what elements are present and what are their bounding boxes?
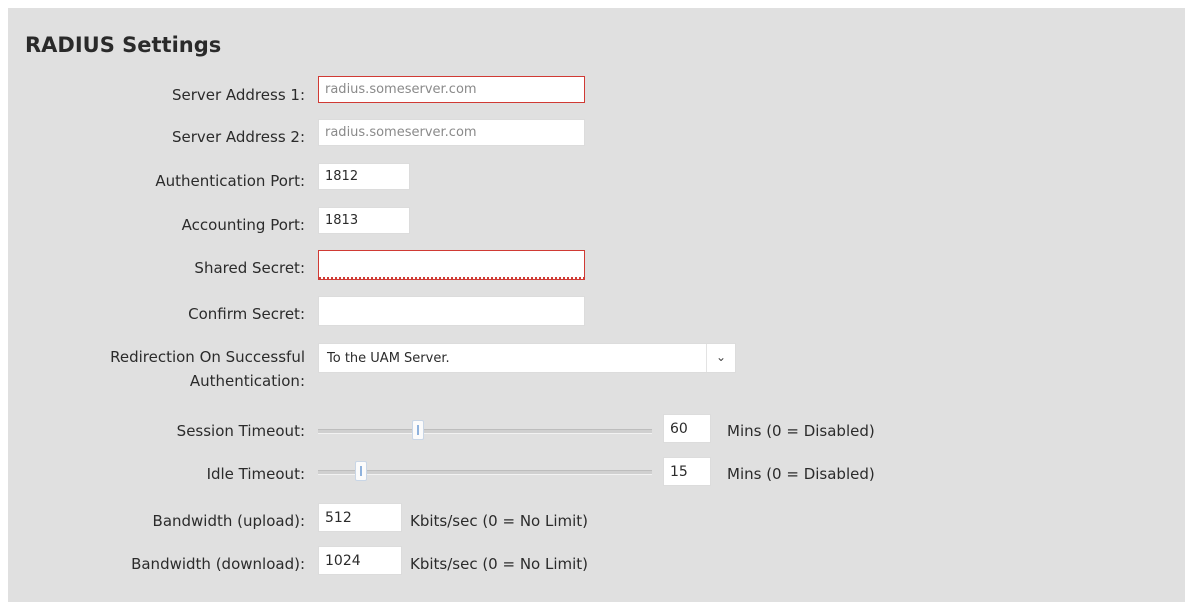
slider-track [318,470,652,475]
authentication-port-label: Authentication Port: [155,172,305,190]
confirm-secret-input[interactable] [318,296,585,326]
shared-secret-input[interactable] [318,250,585,280]
idle-timeout-slider[interactable] [318,461,652,481]
idle-timeout-input[interactable] [663,457,711,486]
session-timeout-slider[interactable] [318,420,652,440]
redirection-select[interactable]: To the UAM Server. ⌄ [318,343,736,373]
confirm-secret-label: Confirm Secret: [188,305,305,323]
idle-timeout-unit: Mins (0 = Disabled) [727,465,875,483]
shared-secret-label: Shared Secret: [194,259,305,277]
bandwidth-upload-input[interactable] [318,503,402,532]
server-address-2-input[interactable] [318,119,585,146]
server-address-1-label: Server Address 1: [171,86,305,104]
redirection-selected-value: To the UAM Server. [327,351,450,366]
slider-handle[interactable] [412,420,425,440]
session-timeout-unit: Mins (0 = Disabled) [727,422,875,440]
bandwidth-upload-unit: Kbits/sec (0 = No Limit) [410,512,589,530]
bandwidth-download-input[interactable] [318,546,402,575]
redirection-label: Redirection On Successful Authentication… [110,345,305,393]
authentication-port-input[interactable] [318,163,410,190]
bandwidth-upload-label: Bandwidth (upload): [152,512,305,530]
slider-handle[interactable] [355,461,368,481]
section-title: RADIUS Settings [25,33,222,57]
idle-timeout-label: Idle Timeout: [206,465,305,483]
accounting-port-label: Accounting Port: [181,216,305,234]
slider-track [318,429,652,434]
redirection-label-line2: Authentication: [189,372,305,390]
session-timeout-input[interactable] [663,414,711,443]
bandwidth-download-unit: Kbits/sec (0 = No Limit) [410,555,589,573]
accounting-port-input[interactable] [318,207,410,234]
server-address-1-input[interactable] [318,76,585,103]
chevron-down-icon[interactable]: ⌄ [706,344,735,372]
server-address-2-label: Server Address 2: [171,128,305,146]
bandwidth-download-label: Bandwidth (download): [131,555,305,573]
redirection-label-line1: Redirection On Successful [110,348,305,366]
session-timeout-label: Session Timeout: [176,422,305,440]
